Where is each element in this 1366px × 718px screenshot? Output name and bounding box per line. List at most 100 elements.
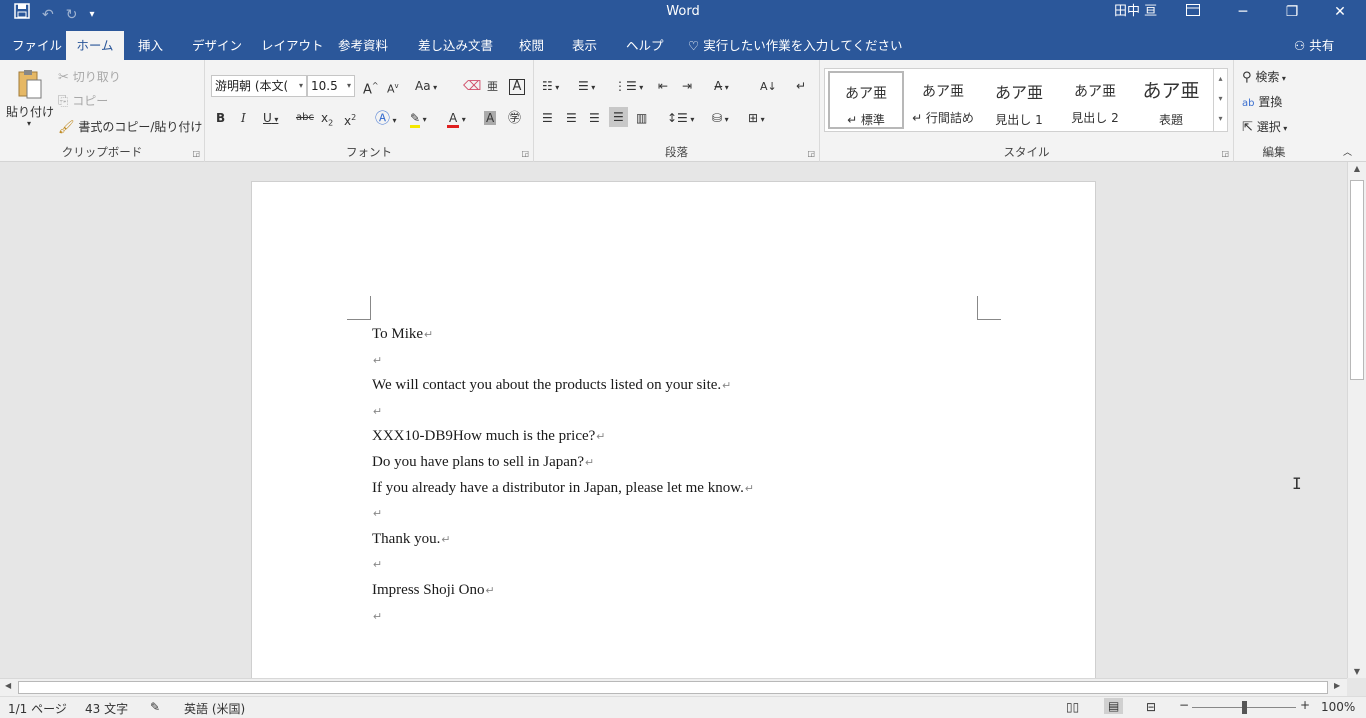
tab-view[interactable]: 表示 — [562, 31, 607, 60]
share-button[interactable]: ⚇ 共有 — [1284, 31, 1344, 60]
close-icon[interactable]: ✕ — [1325, 0, 1355, 24]
bullets-button[interactable]: ☷ ▾ — [542, 77, 559, 97]
style-heading-2[interactable]: あア亜 見出し 2 — [1057, 71, 1133, 129]
find-button[interactable]: ⚲ 検索 ▾ — [1242, 68, 1286, 88]
tab-references[interactable]: 参考資料 — [328, 31, 398, 60]
distributed-button[interactable]: ▥ — [636, 109, 647, 127]
format-painter-button[interactable]: 🖌 書式のコピー/貼り付け — [58, 118, 202, 137]
proofing-icon[interactable]: ✎ — [150, 700, 160, 714]
page-count[interactable]: 1/1 ページ — [8, 700, 67, 717]
font-size-box[interactable]: 10.5 ▾ — [307, 75, 355, 97]
style-no-spacing[interactable]: あア亜 ↵ 行間詰め — [905, 71, 981, 129]
style-title[interactable]: あア亜 表題 — [1133, 71, 1209, 129]
paragraph[interactable]: ↵ — [372, 348, 754, 374]
paragraph[interactable]: XXX10-DB9How much is the price?↵ — [372, 424, 754, 450]
tab-mailings[interactable]: 差し込み文書 — [408, 31, 503, 60]
restore-icon[interactable]: ❐ — [1277, 0, 1307, 24]
paragraph-launcher-icon[interactable]: ◲ — [807, 149, 815, 158]
zoom-in-icon[interactable]: + — [1300, 698, 1310, 712]
show-marks-button[interactable]: ↵ — [796, 77, 806, 95]
print-layout-icon[interactable]: ▤ — [1104, 698, 1124, 714]
web-layout-icon[interactable]: ⊟ — [1146, 700, 1156, 714]
numbering-button[interactable]: ☰ ▾ — [578, 77, 595, 97]
borders-button[interactable]: ⊞ ▾ — [748, 109, 765, 129]
scroll-left-icon[interactable]: ◀ — [5, 681, 11, 690]
paragraph[interactable]: Do you have plans to sell in Japan?↵ — [372, 450, 754, 476]
change-case-button[interactable]: Aa ▾ — [415, 77, 437, 97]
paragraph[interactable]: If you already have a distributor in Jap… — [372, 476, 754, 502]
paragraph[interactable]: ↵ — [372, 552, 754, 578]
paragraph[interactable]: Thank you.↵ — [372, 527, 754, 553]
text-effects-button[interactable]: Ⓐ ▾ — [375, 109, 397, 130]
paragraph[interactable]: ↵ — [372, 399, 754, 425]
font-color-button[interactable]: A ▾ — [447, 109, 466, 129]
vertical-scrollbar[interactable]: ▲ ▼ — [1347, 162, 1366, 678]
italic-button[interactable]: I — [241, 109, 246, 127]
collapse-ribbon-icon[interactable]: ︿ — [1343, 144, 1352, 162]
cut-button[interactable]: ✂ 切り取り — [58, 68, 121, 87]
grow-font-button[interactable]: A^ — [363, 77, 379, 99]
phonetic-guide-button[interactable]: 亜 — [487, 77, 498, 96]
scroll-right-icon[interactable]: ▶ — [1334, 681, 1340, 690]
align-right-button[interactable]: ☰ — [589, 109, 600, 127]
horizontal-scrollbar[interactable]: ◀ ▶ — [0, 678, 1347, 696]
user-name[interactable]: 田中 亘 — [1114, 0, 1157, 24]
document-body[interactable]: To Mike↵ ↵ We will contact you about the… — [372, 322, 754, 629]
bold-button[interactable]: B — [216, 109, 225, 127]
tab-help[interactable]: ヘルプ — [616, 31, 674, 60]
font-name-box[interactable]: 游明朝 (本文( ▾ — [211, 75, 307, 97]
paste-button[interactable]: 貼り付け ▾ — [6, 68, 54, 129]
strikethrough-button[interactable]: abc — [296, 109, 314, 127]
select-button[interactable]: ⇱ 選択 ▾ — [1242, 118, 1287, 138]
clear-formatting-button[interactable]: ⌫ — [463, 77, 481, 96]
line-spacing-button[interactable]: ↕☰ ▾ — [667, 109, 694, 129]
subscript-button[interactable]: x2 — [321, 109, 333, 132]
underline-button[interactable]: U ▾ — [263, 109, 278, 129]
asian-layout-button[interactable]: A̶ ▾ — [714, 77, 729, 97]
styles-gallery-scroll[interactable]: ▴ ▾ ▾ — [1213, 69, 1227, 131]
tab-layout[interactable]: レイアウト — [251, 31, 334, 60]
chevron-up-icon[interactable]: ▴ — [1214, 69, 1227, 89]
chevron-down-icon[interactable]: ▾ — [1214, 89, 1227, 109]
read-mode-icon[interactable]: ▯▯ — [1066, 700, 1079, 714]
scroll-up-icon[interactable]: ▲ — [1348, 164, 1366, 173]
paragraph[interactable]: To Mike↵ — [372, 322, 754, 348]
tab-insert[interactable]: 挿入 — [128, 31, 173, 60]
shading-button[interactable]: ⛁ ▾ — [712, 109, 729, 129]
styles-launcher-icon[interactable]: ◲ — [1221, 149, 1229, 158]
character-border-button[interactable]: A — [509, 77, 525, 95]
align-left-button[interactable]: ☰ — [542, 109, 553, 127]
scrollbar-thumb[interactable] — [18, 681, 1328, 694]
superscript-button[interactable]: x2 — [344, 109, 356, 130]
tab-file[interactable]: ファイル — [2, 31, 72, 60]
ribbon-display-options-icon[interactable] — [1178, 0, 1208, 24]
language-indicator[interactable]: 英語 (米国) — [184, 700, 245, 717]
shrink-font-button[interactable]: Av — [387, 77, 399, 99]
zoom-level[interactable]: 100% — [1321, 700, 1355, 714]
font-launcher-icon[interactable]: ◲ — [521, 149, 529, 158]
word-count[interactable]: 43 文字 — [85, 700, 128, 717]
document-page[interactable]: To Mike↵ ↵ We will contact you about the… — [251, 181, 1096, 678]
paragraph[interactable]: We will contact you about the products l… — [372, 373, 754, 399]
align-center-button[interactable]: ☰ — [566, 109, 577, 127]
highlight-button[interactable]: ✎ ▾ — [410, 109, 427, 129]
tab-design[interactable]: デザイン — [182, 31, 252, 60]
scrollbar-thumb[interactable] — [1350, 180, 1364, 380]
document-area[interactable]: To Mike↵ ↵ We will contact you about the… — [0, 162, 1347, 678]
character-shading-button[interactable]: A — [484, 109, 497, 127]
clipboard-launcher-icon[interactable]: ◲ — [192, 149, 200, 158]
paragraph[interactable]: ↵ — [372, 604, 754, 630]
style-heading-1[interactable]: あア亜 見出し 1 — [981, 71, 1057, 129]
enclose-characters-button[interactable]: ㊫ — [508, 109, 521, 128]
copy-button[interactable]: ⎘ コピー — [58, 92, 108, 111]
paragraph[interactable]: ↵ — [372, 501, 754, 527]
zoom-slider-thumb[interactable] — [1242, 701, 1247, 714]
scroll-down-icon[interactable]: ▼ — [1348, 667, 1366, 676]
increase-indent-button[interactable]: ⇥ — [682, 77, 692, 95]
more-styles-icon[interactable]: ▾ — [1214, 109, 1227, 129]
tab-home[interactable]: ホーム — [66, 31, 124, 60]
multilevel-list-button[interactable]: ⋮☰ ▾ — [614, 77, 643, 97]
tell-me-box[interactable]: ♡ 実行したい作業を入力してください — [678, 31, 912, 60]
decrease-indent-button[interactable]: ⇤ — [658, 77, 668, 95]
replace-button[interactable]: ab 置換 — [1242, 93, 1282, 113]
